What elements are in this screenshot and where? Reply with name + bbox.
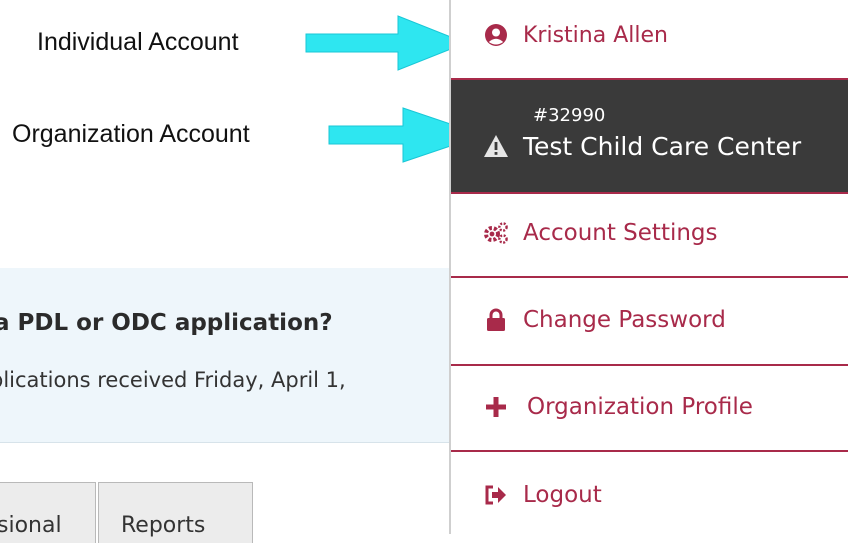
tab-label: sional <box>0 513 62 538</box>
organization-id: #32990 <box>533 105 606 126</box>
menu-item-organization[interactable]: #32990 Test Child Care Center <box>451 78 848 194</box>
account-dropdown-menu: Kristina Allen #32990 Test Child Care Ce… <box>449 0 848 534</box>
announcement-panel: a PDL or ODC application? plications rec… <box>0 268 452 443</box>
menu-item-label: Organization Profile <box>527 394 753 420</box>
announcement-title: a PDL or ODC application? <box>0 310 333 336</box>
arrow-to-user-icon <box>305 15 468 71</box>
menu-item-label: Account Settings <box>523 220 718 246</box>
user-circle-icon <box>483 22 509 48</box>
user-name: Kristina Allen <box>523 22 668 48</box>
organization-account-label: Organization Account <box>12 120 250 148</box>
menu-item-label: Logout <box>523 482 602 508</box>
warning-icon <box>483 134 509 160</box>
organization-name: Test Child Care Center <box>523 132 802 161</box>
sign-out-icon <box>483 482 509 508</box>
plus-icon <box>483 394 509 420</box>
menu-item-account-settings[interactable]: Account Settings <box>451 192 848 278</box>
announcement-body: plications received Friday, April 1, <box>0 368 346 392</box>
menu-item-logout[interactable]: Logout <box>451 452 848 534</box>
lock-icon <box>483 307 509 333</box>
menu-item-organization-profile[interactable]: Organization Profile <box>451 366 848 452</box>
menu-item-label: Change Password <box>523 307 726 333</box>
individual-account-label: Individual Account <box>37 28 239 56</box>
gears-icon <box>483 220 509 246</box>
menu-item-change-password[interactable]: Change Password <box>451 278 848 366</box>
menu-item-user[interactable]: Kristina Allen <box>451 0 848 76</box>
tab-label: Reports <box>121 513 206 538</box>
